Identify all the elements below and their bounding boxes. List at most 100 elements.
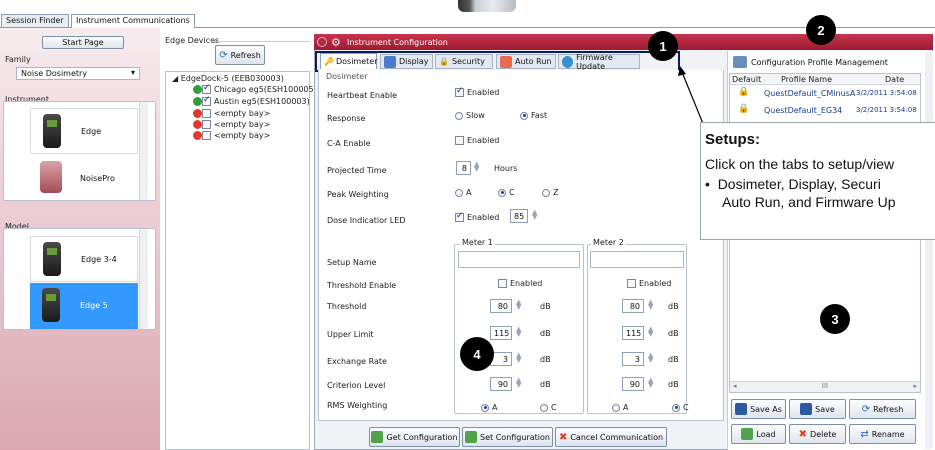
delete-x-icon: ✖: [798, 428, 808, 440]
meter1-rms-c-radio[interactable]: C: [540, 403, 557, 412]
lock-icon: 🔒: [738, 87, 750, 97]
spinner-arrows-icon[interactable]: ▲ ▼: [648, 377, 653, 389]
chevron-down-icon: ▾: [130, 68, 135, 77]
download-icon: [371, 431, 384, 443]
spinner-arrows-icon[interactable]: ▲ ▼: [474, 161, 479, 173]
response-fast-radio[interactable]: Fast: [520, 111, 547, 120]
callout-3: 3: [820, 304, 850, 334]
meter2-rms-c-radio[interactable]: C: [672, 403, 689, 412]
start-page-button[interactable]: Start Page: [42, 36, 124, 49]
peak-a-radio[interactable]: A: [455, 188, 471, 197]
dose-led-input[interactable]: 85: [510, 209, 528, 223]
meter2-threshold-input[interactable]: 80: [622, 299, 644, 313]
annotation-heading: Setups:: [705, 131, 761, 148]
projected-time-input[interactable]: 8: [456, 161, 471, 175]
profile-name: QuestDefault_EG34: [764, 106, 843, 115]
ca-enable-checkbox[interactable]: Enabled: [455, 136, 499, 145]
meter1-criterion-input[interactable]: 90: [490, 377, 512, 391]
instrument-item-edge[interactable]: Edge: [30, 108, 138, 154]
family-select[interactable]: Noise Dosimetry ▾: [16, 67, 140, 80]
annotation-text: Click on the tabs to setup/view: [705, 156, 895, 172]
tree-item[interactable]: <empty bay>: [193, 131, 270, 140]
edge-refresh-button[interactable]: ⟳ Refresh: [215, 45, 265, 65]
cancel-communication-button[interactable]: ✖ Cancel Communication: [555, 427, 667, 447]
table-row[interactable]: 🔒 QuestDefault_EG34 3/2/2011 3:54:08: [730, 104, 920, 118]
model-edge-5-label: Edge 5: [80, 301, 108, 310]
tree-root[interactable]: ◢ EdgeDock-5 (EEB030003): [172, 74, 284, 83]
check-ok-icon: [193, 97, 202, 106]
spinner-arrows-icon[interactable]: ▲ ▼: [532, 209, 537, 221]
edge-device-icon: [43, 114, 61, 148]
refresh-profiles-button[interactable]: ⟳ Refresh: [849, 399, 916, 419]
save-button[interactable]: Save: [789, 399, 846, 419]
peak-z-radio[interactable]: Z: [542, 188, 558, 197]
instrument-scrollbar[interactable]: [139, 102, 148, 200]
meter2-upper-limit-input[interactable]: 115: [622, 326, 644, 340]
save-as-button[interactable]: Save As: [731, 399, 786, 419]
db-unit: dB: [540, 302, 551, 311]
error-icon: [193, 120, 202, 129]
spinner-arrows-icon[interactable]: ▲ ▼: [516, 377, 521, 389]
tab-session-finder[interactable]: Session Finder: [1, 14, 69, 27]
rename-icon: ⇄: [860, 428, 869, 440]
meter1-label: Meter 1: [460, 238, 495, 247]
db-unit: dB: [668, 302, 679, 311]
upper-limit-label: Upper Limit: [327, 330, 374, 339]
delete-button[interactable]: ✖ Delete: [789, 424, 846, 444]
spinner-arrows-icon[interactable]: ▲ ▼: [516, 299, 521, 311]
model-item-edge-5[interactable]: Edge 5: [30, 283, 138, 329]
spinner-arrows-icon[interactable]: ▲ ▼: [516, 326, 521, 338]
load-button[interactable]: Load: [731, 424, 786, 444]
model-item-edge-3-4[interactable]: Edge 3-4: [30, 236, 138, 282]
col-default: Default: [732, 75, 762, 84]
computer-icon: [733, 56, 747, 68]
profile-date: 3/2/2011 3:54:08: [856, 106, 917, 114]
meter2-rms-a-radio[interactable]: A: [612, 403, 628, 412]
peak-c-radio[interactable]: C: [498, 188, 515, 197]
spinner-arrows-icon[interactable]: ▲ ▼: [516, 352, 521, 364]
tree-item[interactable]: <empty bay>: [193, 120, 270, 129]
spinner-arrows-icon[interactable]: ▲ ▼: [648, 352, 653, 364]
meter1-upper-limit-input[interactable]: 115: [490, 326, 512, 340]
heartbeat-checkbox[interactable]: Enabled: [455, 86, 499, 97]
annotation-bullet-cont: Auto Run, and Firmware Up: [722, 194, 896, 210]
meter1-threshold-input[interactable]: 80: [490, 299, 512, 313]
instrument-item-noisepro[interactable]: NoisePro: [30, 156, 138, 200]
tab-instrument-communications[interactable]: Instrument Communications: [71, 14, 195, 28]
callout-2: 2: [806, 15, 836, 45]
rename-button[interactable]: ⇄ Rename: [849, 424, 916, 444]
model-scrollbar[interactable]: [139, 229, 148, 329]
meter1-rms-a-radio[interactable]: A: [481, 403, 497, 412]
meter2-exchange-rate-input[interactable]: 3: [622, 352, 644, 366]
config-title: Instrument Configuration: [347, 38, 448, 47]
tree-item[interactable]: <empty bay>: [193, 109, 270, 118]
spinner-arrows-icon[interactable]: ▲ ▼: [648, 299, 653, 311]
table-row[interactable]: 🔒 QuestDefault_CMinusA 3/2/2011 3:54:08: [730, 87, 920, 101]
meter2-threshold-enable-checkbox[interactable]: Enabled: [627, 279, 671, 288]
upload-icon: [465, 431, 478, 443]
meter1-threshold-enable-checkbox[interactable]: Enabled: [498, 279, 542, 288]
refresh-icon: ⟳: [219, 49, 228, 61]
dose-led-checkbox[interactable]: Enabled: [455, 211, 499, 222]
meter2-setup-name-input[interactable]: [590, 251, 684, 268]
noisepro-device-icon: [40, 161, 62, 193]
dose-led-label: Dose Indicatior LED: [327, 216, 406, 225]
response-slow-radio[interactable]: Slow: [455, 111, 485, 120]
tree-item[interactable]: Austin eg5(ESH100003): [193, 95, 310, 106]
error-icon: [193, 131, 202, 140]
profile-vertical-scrollbar[interactable]: [925, 52, 933, 449]
floppy-icon: [800, 403, 813, 415]
set-configuration-button[interactable]: Set Configuration: [462, 427, 553, 447]
profile-name: QuestDefault_CMinusA: [764, 89, 856, 98]
get-configuration-button[interactable]: Get Configuration: [369, 427, 460, 447]
dosimeter-section-label: Dosimeter: [326, 72, 368, 81]
projected-time-unit: Hours: [494, 164, 518, 173]
meter1-setup-name-input[interactable]: [458, 251, 580, 268]
meter2-criterion-input[interactable]: 90: [622, 377, 644, 391]
spinner-arrows-icon[interactable]: ▲ ▼: [648, 326, 653, 338]
profile-horizontal-scrollbar[interactable]: ◂ III ▸: [730, 381, 920, 392]
tree-item[interactable]: Chicago eg5(ESH100005): [193, 83, 317, 94]
col-profile-name: Profile Name: [781, 75, 833, 84]
callout-4: 4: [460, 337, 494, 371]
window-circle-icon[interactable]: [317, 37, 327, 47]
